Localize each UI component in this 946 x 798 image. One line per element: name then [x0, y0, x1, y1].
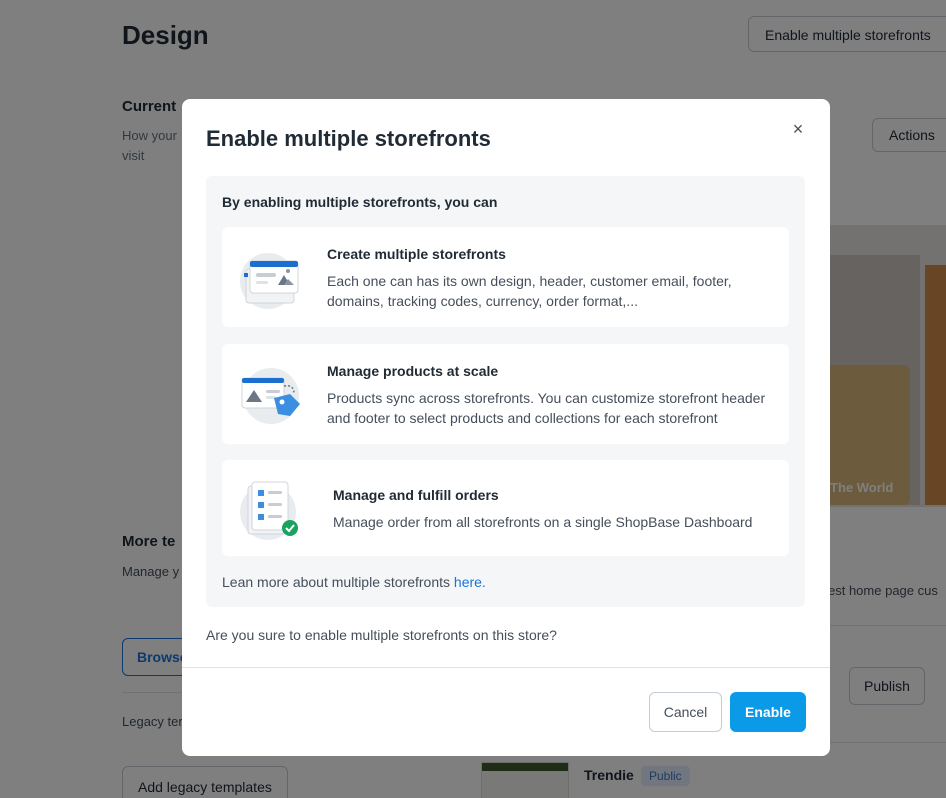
feature-description: Products sync across storefronts. You ca… — [327, 390, 766, 426]
modal-footer-divider — [182, 667, 830, 668]
feature-title: Manage products at scale — [327, 363, 499, 379]
learn-more-prefix: Lean more about multiple storefronts — [222, 574, 454, 590]
confirm-question: Are you sure to enable multiple storefro… — [206, 627, 557, 643]
learn-more-link[interactable]: here. — [454, 574, 486, 590]
cancel-button[interactable]: Cancel — [649, 692, 722, 732]
feature-card-manage-products: Manage products at scale Products sync a… — [222, 344, 789, 444]
feature-title: Manage and fulfill orders — [333, 487, 499, 503]
storefronts-icon — [238, 247, 304, 311]
features-panel: By enabling multiple storefronts, you ca… — [206, 176, 805, 607]
enable-button[interactable]: Enable — [730, 692, 806, 732]
enable-storefronts-modal: Enable multiple storefronts × By enablin… — [182, 99, 830, 756]
feature-title: Create multiple storefronts — [327, 246, 506, 262]
modal-title: Enable multiple storefronts — [206, 126, 491, 151]
products-tag-icon — [238, 364, 304, 428]
feature-description: Each one can has its own design, header,… — [327, 273, 732, 309]
page: Design Enable multiple storefronts Curre… — [0, 0, 946, 798]
feature-card-fulfill-orders: Manage and fulfill orders Manage order f… — [222, 460, 789, 556]
orders-check-icon — [238, 480, 304, 544]
feature-description: Manage order from all storefronts on a s… — [333, 514, 753, 530]
features-intro: By enabling multiple storefronts, you ca… — [222, 194, 498, 210]
close-icon[interactable]: × — [786, 117, 810, 141]
learn-more-text: Lean more about multiple storefronts her… — [222, 574, 486, 590]
feature-card-create-storefronts: Create multiple storefronts Each one can… — [222, 227, 789, 327]
